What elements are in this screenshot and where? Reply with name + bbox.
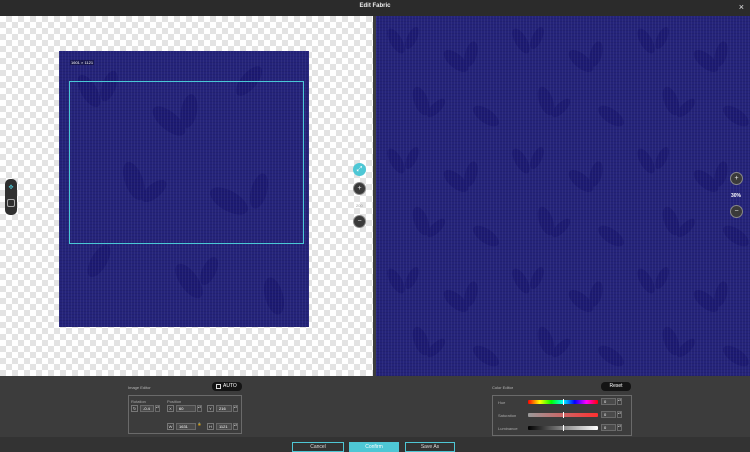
move-icon[interactable]: ✥: [7, 184, 15, 192]
luminance-slider[interactable]: [528, 425, 598, 431]
rotation-label: Rotation: [131, 399, 146, 404]
auto-toggle[interactable]: AUTO: [212, 382, 242, 391]
height-input[interactable]: 1121: [216, 423, 232, 430]
hue-slider[interactable]: [528, 399, 598, 405]
preview-zoom-in-icon[interactable]: +: [730, 172, 743, 185]
crop-canvas[interactable]: [0, 16, 373, 376]
saturation-knob[interactable]: [563, 412, 564, 418]
dialog-title: Edit Fabric: [359, 3, 391, 9]
preview-weave-texture: [376, 16, 750, 376]
width-label: W: [167, 423, 174, 430]
luminance-label: Luminance: [498, 426, 518, 431]
pos-y-label: Y: [207, 405, 214, 412]
position-label: Position: [167, 399, 182, 404]
left-zoom-percent: 200: [356, 203, 363, 208]
crop-selection-box[interactable]: [69, 81, 304, 244]
saturation-stepper[interactable]: ▴▾: [617, 411, 622, 418]
zoom-out-icon[interactable]: −: [353, 215, 366, 228]
save-as-button[interactable]: Save As: [405, 442, 455, 452]
auto-label: AUTO: [223, 383, 237, 389]
width-input[interactable]: 1631: [176, 423, 196, 430]
tile-preview[interactable]: [376, 16, 750, 376]
pos-x-label: X: [167, 405, 174, 412]
crop-icon[interactable]: [7, 199, 15, 207]
close-icon[interactable]: ×: [739, 2, 744, 12]
hue-stepper[interactable]: ▴▾: [617, 398, 622, 405]
rotation-stepper[interactable]: ▴▾: [155, 405, 160, 412]
zoom-in-icon[interactable]: +: [353, 182, 366, 195]
pos-y-stepper[interactable]: ▴▾: [233, 405, 238, 412]
height-stepper[interactable]: ▴▾: [233, 423, 238, 430]
color-editor-heading: Color Editor: [492, 385, 514, 390]
reset-button[interactable]: Reset: [601, 382, 631, 391]
lock-ratio-icon[interactable]: 🔒: [197, 423, 202, 430]
pos-x-stepper[interactable]: ▴▾: [197, 405, 202, 412]
saturation-input[interactable]: 0: [601, 411, 616, 418]
hue-input[interactable]: 0: [601, 398, 616, 405]
title-bar: Edit Fabric ×: [0, 0, 750, 16]
tool-strip: ✥: [5, 179, 17, 215]
hue-label: Hue: [498, 400, 506, 405]
luminance-input[interactable]: 0: [601, 424, 616, 431]
preview-zoom-out-icon[interactable]: −: [730, 205, 743, 218]
edit-fabric-dialog: Edit Fabric × 1601 × 1121 ✥ ⤢ + 200 − + …: [0, 0, 750, 452]
confirm-button[interactable]: Confirm: [349, 442, 399, 452]
image-editor-heading: Image Editor: [128, 385, 151, 390]
auto-checkbox[interactable]: [216, 384, 221, 389]
crop-size-label: 1601 × 1121: [70, 60, 95, 65]
rotation-input[interactable]: -0.4: [140, 405, 154, 412]
pos-x-input[interactable]: 60: [176, 405, 196, 412]
saturation-slider[interactable]: [528, 412, 598, 418]
cancel-button[interactable]: Cancel: [292, 442, 344, 452]
luminance-stepper[interactable]: ▴▾: [617, 424, 622, 431]
rotate-icon: ↻: [131, 405, 138, 412]
saturation-label: Saturation: [498, 413, 517, 418]
luminance-knob[interactable]: [563, 425, 564, 431]
height-label: H: [207, 423, 214, 430]
right-zoom-percent: 30%: [731, 193, 742, 199]
hue-knob[interactable]: [563, 399, 564, 405]
pos-y-input[interactable]: 216: [216, 405, 232, 412]
tiled-fabric-preview: [376, 16, 750, 376]
fit-icon[interactable]: ⤢: [353, 163, 366, 176]
